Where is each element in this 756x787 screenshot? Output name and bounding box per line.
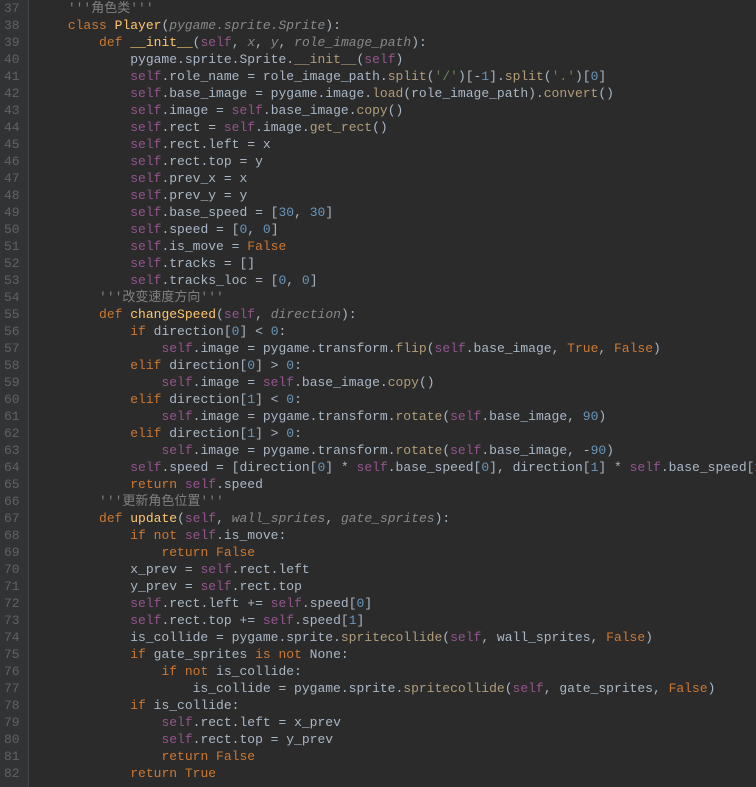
line-number: 79 bbox=[4, 714, 20, 731]
code-line[interactable]: self.base_speed = [30, 30] bbox=[37, 204, 748, 221]
code-line[interactable]: self.tracks = [] bbox=[37, 255, 748, 272]
line-number: 45 bbox=[4, 136, 20, 153]
code-line[interactable]: pygame.sprite.Sprite.__init__(self) bbox=[37, 51, 748, 68]
line-number: 81 bbox=[4, 748, 20, 765]
code-line[interactable]: self.rect = self.image.get_rect() bbox=[37, 119, 748, 136]
line-number: 56 bbox=[4, 323, 20, 340]
code-line[interactable]: self.rect.top = y_prev bbox=[37, 731, 748, 748]
code-line[interactable]: self.rect.left += self.speed[0] bbox=[37, 595, 748, 612]
line-number: 66 bbox=[4, 493, 20, 510]
code-line[interactable]: self.prev_y = y bbox=[37, 187, 748, 204]
code-line[interactable]: return self.speed bbox=[37, 476, 748, 493]
code-line[interactable]: class Player(pygame.sprite.Sprite): bbox=[37, 17, 748, 34]
code-line[interactable]: self.prev_x = x bbox=[37, 170, 748, 187]
code-line[interactable]: return False bbox=[37, 544, 748, 561]
line-number: 54 bbox=[4, 289, 20, 306]
code-line[interactable]: self.speed = [direction[0] * self.base_s… bbox=[37, 459, 748, 476]
code-line[interactable]: self.base_image = pygame.image.load(role… bbox=[37, 85, 748, 102]
code-line[interactable]: '''角色类''' bbox=[37, 0, 748, 17]
line-number: 77 bbox=[4, 680, 20, 697]
code-line[interactable]: def changeSpeed(self, direction): bbox=[37, 306, 748, 323]
code-line[interactable]: self.image = self.base_image.copy() bbox=[37, 374, 748, 391]
line-number: 62 bbox=[4, 425, 20, 442]
line-number: 37 bbox=[4, 0, 20, 17]
code-line[interactable]: y_prev = self.rect.top bbox=[37, 578, 748, 595]
code-line[interactable]: '''更新角色位置''' bbox=[37, 493, 748, 510]
line-number: 70 bbox=[4, 561, 20, 578]
code-line[interactable]: self.image = pygame.transform.rotate(sel… bbox=[37, 408, 748, 425]
line-number: 71 bbox=[4, 578, 20, 595]
line-number: 65 bbox=[4, 476, 20, 493]
line-number: 41 bbox=[4, 68, 20, 85]
code-editor[interactable]: 3738394041424344454647484950515253545556… bbox=[0, 0, 756, 787]
code-line[interactable]: if not self.is_move: bbox=[37, 527, 748, 544]
line-number: 74 bbox=[4, 629, 20, 646]
code-line[interactable]: self.image = pygame.transform.rotate(sel… bbox=[37, 442, 748, 459]
code-line[interactable]: is_collide = pygame.sprite.spritecollide… bbox=[37, 680, 748, 697]
code-line[interactable]: '''改变速度方向''' bbox=[37, 289, 748, 306]
line-number: 61 bbox=[4, 408, 20, 425]
line-number: 69 bbox=[4, 544, 20, 561]
line-number: 75 bbox=[4, 646, 20, 663]
line-number: 72 bbox=[4, 595, 20, 612]
line-number: 67 bbox=[4, 510, 20, 527]
code-line[interactable]: if is_collide: bbox=[37, 697, 748, 714]
code-line[interactable]: self.image = pygame.transform.flip(self.… bbox=[37, 340, 748, 357]
code-line[interactable]: self.tracks_loc = [0, 0] bbox=[37, 272, 748, 289]
line-number: 59 bbox=[4, 374, 20, 391]
line-number: 73 bbox=[4, 612, 20, 629]
code-line[interactable]: is_collide = pygame.sprite.spritecollide… bbox=[37, 629, 748, 646]
line-number: 40 bbox=[4, 51, 20, 68]
line-number: 47 bbox=[4, 170, 20, 187]
line-number: 58 bbox=[4, 357, 20, 374]
code-line[interactable]: self.is_move = False bbox=[37, 238, 748, 255]
line-number: 64 bbox=[4, 459, 20, 476]
code-line[interactable]: self.role_name = role_image_path.split('… bbox=[37, 68, 748, 85]
code-line[interactable]: elif direction[0] > 0: bbox=[37, 357, 748, 374]
code-line[interactable]: self.image = self.base_image.copy() bbox=[37, 102, 748, 119]
line-number: 57 bbox=[4, 340, 20, 357]
line-number: 39 bbox=[4, 34, 20, 51]
line-number: 68 bbox=[4, 527, 20, 544]
line-number: 50 bbox=[4, 221, 20, 238]
code-line[interactable]: self.rect.left = x_prev bbox=[37, 714, 748, 731]
line-number: 76 bbox=[4, 663, 20, 680]
code-line[interactable]: def __init__(self, x, y, role_image_path… bbox=[37, 34, 748, 51]
line-number: 38 bbox=[4, 17, 20, 34]
line-number: 44 bbox=[4, 119, 20, 136]
code-line[interactable]: elif direction[1] < 0: bbox=[37, 391, 748, 408]
line-number: 60 bbox=[4, 391, 20, 408]
line-number: 46 bbox=[4, 153, 20, 170]
line-number: 80 bbox=[4, 731, 20, 748]
line-number: 53 bbox=[4, 272, 20, 289]
line-number: 49 bbox=[4, 204, 20, 221]
line-number: 55 bbox=[4, 306, 20, 323]
code-line[interactable]: self.speed = [0, 0] bbox=[37, 221, 748, 238]
line-number: 48 bbox=[4, 187, 20, 204]
code-line[interactable]: x_prev = self.rect.left bbox=[37, 561, 748, 578]
line-number: 82 bbox=[4, 765, 20, 782]
line-number: 42 bbox=[4, 85, 20, 102]
code-line[interactable]: self.rect.left = x bbox=[37, 136, 748, 153]
code-line[interactable]: self.rect.top = y bbox=[37, 153, 748, 170]
code-line[interactable]: if gate_sprites is not None: bbox=[37, 646, 748, 663]
line-number: 78 bbox=[4, 697, 20, 714]
code-area[interactable]: '''角色类''' class Player(pygame.sprite.Spr… bbox=[29, 0, 756, 787]
code-line[interactable]: self.rect.top += self.speed[1] bbox=[37, 612, 748, 629]
line-number: 52 bbox=[4, 255, 20, 272]
line-number: 63 bbox=[4, 442, 20, 459]
line-number: 43 bbox=[4, 102, 20, 119]
code-line[interactable]: def update(self, wall_sprites, gate_spri… bbox=[37, 510, 748, 527]
code-line[interactable]: return True bbox=[37, 765, 748, 782]
code-line[interactable]: if not is_collide: bbox=[37, 663, 748, 680]
line-number-gutter: 3738394041424344454647484950515253545556… bbox=[0, 0, 29, 787]
line-number: 51 bbox=[4, 238, 20, 255]
code-line[interactable]: if direction[0] < 0: bbox=[37, 323, 748, 340]
code-line[interactable]: return False bbox=[37, 748, 748, 765]
code-line[interactable]: elif direction[1] > 0: bbox=[37, 425, 748, 442]
